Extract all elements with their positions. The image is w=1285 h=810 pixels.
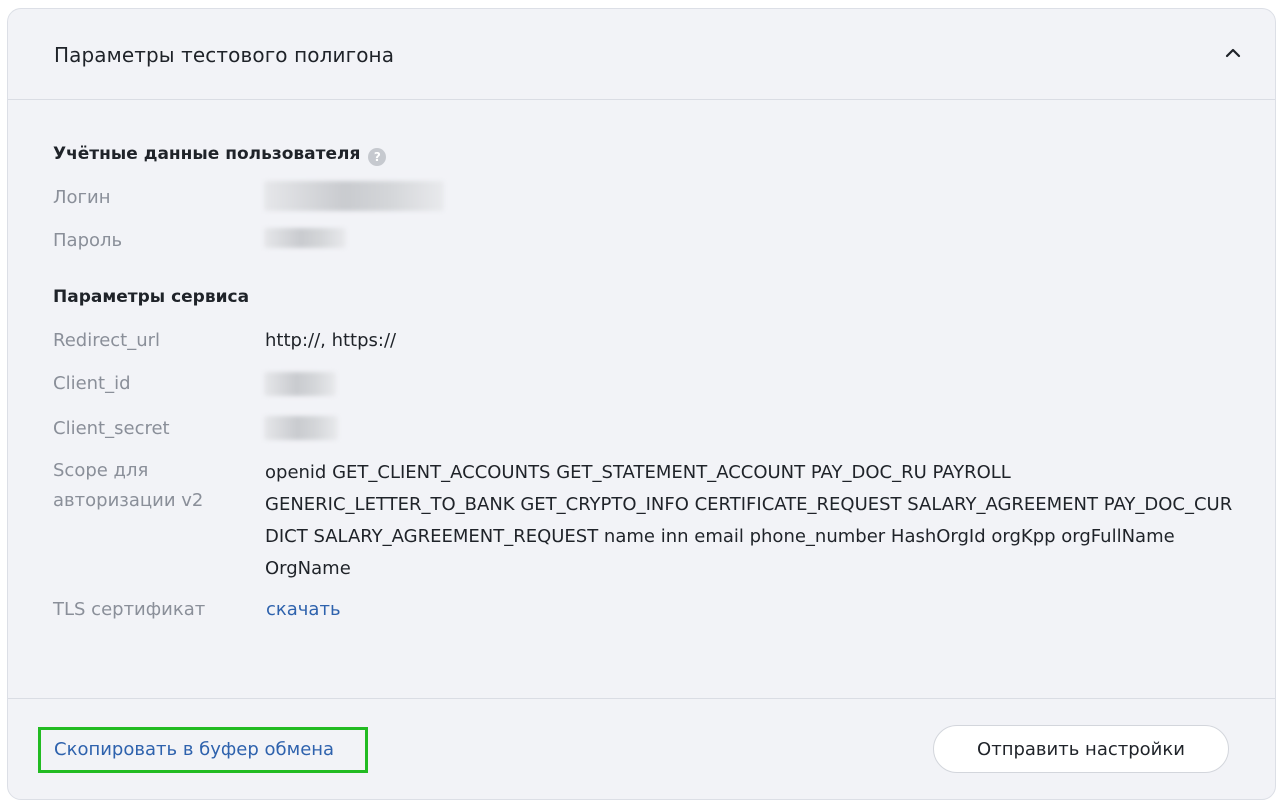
panel-title: Параметры тестового полигона bbox=[54, 43, 395, 67]
redirect-url-value: http://, https:// bbox=[265, 330, 397, 351]
scope-label: Scope для авторизации v2 bbox=[53, 460, 204, 511]
credentials-title: Учётные данные пользователя bbox=[53, 144, 361, 164]
chevron-up-icon[interactable] bbox=[1223, 45, 1243, 61]
tls-certificate-label: TLS сертификат bbox=[53, 599, 206, 620]
copy-to-clipboard-link[interactable]: Скопировать в буфер обмена bbox=[38, 727, 368, 773]
panel-footer: Скопировать в буфер обмена Отправить нас… bbox=[8, 698, 1275, 799]
send-settings-button[interactable]: Отправить настройки bbox=[933, 725, 1229, 773]
client-id-value-redacted bbox=[264, 372, 336, 396]
client-id-label: Client_id bbox=[53, 373, 131, 394]
client-secret-label: Client_secret bbox=[53, 418, 170, 439]
service-section-title: Параметры сервиса bbox=[53, 287, 250, 307]
password-value-redacted bbox=[264, 228, 346, 248]
panel-header[interactable]: Параметры тестового полигона bbox=[8, 9, 1275, 100]
tls-download-link[interactable]: скачать bbox=[266, 595, 341, 625]
scope-value: openid GET_CLIENT_ACCOUNTS GET_STATEMENT… bbox=[265, 462, 1233, 579]
question-circle-icon[interactable]: ? bbox=[368, 148, 387, 166]
credentials-section-title: Учётные данные пользователя? bbox=[53, 144, 387, 166]
redirect-url-label: Redirect_url bbox=[53, 330, 161, 351]
client-secret-value-redacted bbox=[264, 416, 338, 440]
password-label: Пароль bbox=[53, 230, 123, 251]
login-value-redacted bbox=[264, 181, 444, 211]
login-label: Логин bbox=[53, 187, 111, 208]
test-environment-panel: Параметры тестового полигона Учётные дан… bbox=[7, 8, 1276, 800]
